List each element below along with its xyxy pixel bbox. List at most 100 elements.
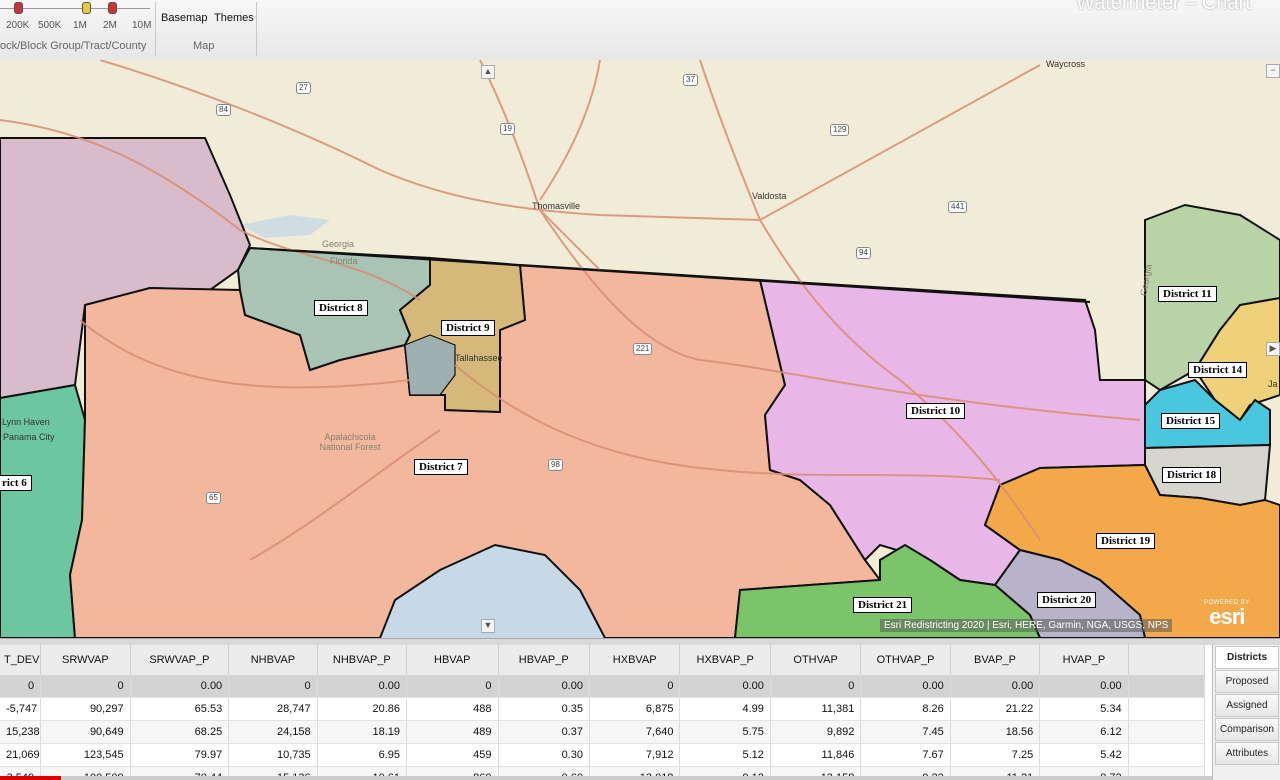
district-label[interactable]: District 8 bbox=[314, 300, 368, 316]
district-label[interactable]: District 21 bbox=[853, 597, 913, 613]
table-cell: 11,381 bbox=[770, 697, 862, 721]
table-cell: 6.12 bbox=[1039, 720, 1129, 744]
table-cell: 21,069 bbox=[0, 743, 42, 767]
panel-tab-comparison[interactable]: Comparison bbox=[1215, 718, 1279, 741]
table-cell: 123,545 bbox=[40, 743, 131, 767]
district-label[interactable]: District 18 bbox=[1162, 467, 1222, 483]
slider-handle-max[interactable] bbox=[108, 2, 117, 14]
place-label: Florida bbox=[330, 256, 358, 266]
pan-down-icon[interactable]: ▼ bbox=[481, 619, 495, 633]
table-cell: 7,640 bbox=[589, 720, 681, 744]
pan-right-icon[interactable]: ▶ bbox=[1266, 342, 1280, 356]
video-progress-fill bbox=[0, 776, 61, 780]
panel-tab-assigned[interactable]: Assigned bbox=[1215, 694, 1279, 717]
column-header[interactable]: HVAP_P bbox=[1039, 645, 1129, 675]
slider-handle-min[interactable] bbox=[14, 2, 23, 14]
district-label[interactable]: District 19 bbox=[1096, 533, 1156, 549]
table-cell: 0 bbox=[589, 675, 681, 698]
table-cell: 5.34 bbox=[1039, 697, 1129, 721]
table-cell: 9,892 bbox=[770, 720, 862, 744]
panel-tab-attributes[interactable]: Attributes bbox=[1215, 742, 1279, 765]
panel-tab-districts[interactable]: Districts bbox=[1215, 646, 1279, 669]
table-cell: 24,158 bbox=[228, 720, 318, 744]
map-view[interactable]: District 8 District 9 District 7 Distric… bbox=[0, 60, 1280, 638]
table-cell bbox=[1128, 743, 1206, 767]
table-cell: 20.86 bbox=[317, 697, 408, 721]
column-header[interactable]: HBVAP bbox=[406, 645, 499, 675]
video-progress-bar[interactable] bbox=[0, 776, 1212, 780]
table-cell: 18.56 bbox=[950, 720, 1041, 744]
highway-shield: 441 bbox=[948, 201, 968, 213]
table-cell: 90,649 bbox=[40, 720, 131, 744]
panel-tab-proposed[interactable]: Proposed bbox=[1215, 670, 1279, 693]
district-label[interactable]: District 15 bbox=[1161, 413, 1221, 429]
table-header-row: T_DEV SRWVAP SRWVAP_P NHBVAP NHBVAP_P HBVAP HB… bbox=[0, 645, 1206, 675]
table-cell: 459 bbox=[406, 743, 499, 767]
table-cell: 4.99 bbox=[679, 697, 771, 721]
column-header[interactable] bbox=[1128, 645, 1206, 675]
table-cell: 0.00 bbox=[130, 675, 230, 698]
column-header[interactable]: OTHVAP bbox=[770, 645, 862, 675]
table-row[interactable]: 0 0 0.00 0 0.00 0 0.00 0 0.00 0 0.00 0.00 0.00 bbox=[0, 675, 1206, 698]
themes-button[interactable]: Themes bbox=[210, 10, 258, 26]
table-row[interactable]: 15,238 90,649 68.25 24,158 18.19 489 0.37 7,640… bbox=[0, 720, 1206, 744]
table-cell: 5.42 bbox=[1039, 743, 1129, 767]
table-cell: 10,735 bbox=[228, 743, 318, 767]
table-row[interactable]: 21,069 123,545 79.97 10,735 6.95 459 0.30 7,912… bbox=[0, 743, 1206, 767]
table-cell: 65.53 bbox=[130, 697, 230, 721]
scale-tick: 1M bbox=[73, 20, 87, 31]
column-header[interactable]: T_DEV bbox=[0, 645, 42, 675]
basemap-button[interactable]: Basemap bbox=[157, 10, 211, 26]
highway-shield: 27 bbox=[296, 82, 311, 94]
table-cell: 0.00 bbox=[498, 675, 590, 698]
column-header[interactable]: HBVAP_P bbox=[498, 645, 590, 675]
column-header[interactable]: OTHVAP_P bbox=[860, 645, 951, 675]
table-cell: 21.22 bbox=[950, 697, 1041, 721]
table-cell: 6.95 bbox=[317, 743, 408, 767]
district-label[interactable]: District 11 bbox=[1158, 286, 1217, 302]
district-label[interactable]: District 14 bbox=[1188, 362, 1248, 378]
table-cell: 8.26 bbox=[860, 697, 951, 721]
slider-handle-active[interactable] bbox=[82, 2, 91, 14]
table-cell: 0.00 bbox=[860, 675, 951, 698]
district-label[interactable]: District 20 bbox=[1037, 592, 1097, 608]
table-row[interactable]: -5,747 90,297 65.53 28,747 20.86 488 0.35 6,875… bbox=[0, 697, 1206, 721]
scale-tick: 500K bbox=[38, 20, 62, 31]
column-header[interactable]: BVAP_P bbox=[950, 645, 1041, 675]
column-header[interactable]: HXBVAP_P bbox=[679, 645, 771, 675]
table-cell: 489 bbox=[406, 720, 499, 744]
table-cell: 0.00 bbox=[679, 675, 771, 698]
map-options-icon[interactable]: − bbox=[1266, 64, 1280, 78]
table-cell: 7.45 bbox=[860, 720, 951, 744]
column-header[interactable]: HXBVAP bbox=[589, 645, 681, 675]
toolbar-separator bbox=[256, 2, 257, 56]
column-header[interactable]: NHBVAP bbox=[228, 645, 318, 675]
district-label[interactable]: rict 6 bbox=[0, 475, 32, 491]
panel-tabs: Districts Proposed Assigned Comparison Attri… bbox=[1212, 645, 1280, 780]
district-label[interactable]: District 10 bbox=[906, 403, 966, 419]
esri-logo-text: esri bbox=[1209, 604, 1245, 629]
table-cell: 68.25 bbox=[130, 720, 230, 744]
tallahassee-core-region[interactable] bbox=[404, 334, 456, 396]
place-label: Thomasville bbox=[532, 201, 581, 211]
table-cell: 28,747 bbox=[228, 697, 318, 721]
column-header[interactable]: SRWVAP bbox=[40, 645, 131, 675]
table-cell: 5.75 bbox=[679, 720, 771, 744]
table-cell bbox=[1128, 720, 1206, 744]
place-label: Waycross bbox=[1046, 60, 1086, 69]
highway-shield: 19 bbox=[500, 123, 515, 135]
pan-up-icon[interactable]: ▲ bbox=[481, 65, 495, 79]
table-cell: -5,747 bbox=[0, 697, 42, 721]
highway-shield: 84 bbox=[216, 104, 231, 116]
column-header[interactable]: SRWVAP_P bbox=[130, 645, 230, 675]
scale-slider[interactable]: 200K 500K 1M 2M 10M bbox=[0, 2, 155, 34]
district-label[interactable]: District 9 bbox=[441, 320, 495, 336]
table-cell: 90,297 bbox=[40, 697, 131, 721]
column-header[interactable]: NHBVAP_P bbox=[317, 645, 408, 675]
table-cell: 0 bbox=[0, 675, 42, 698]
table-cell: 0.00 bbox=[317, 675, 408, 698]
place-label: Valdosta bbox=[752, 191, 787, 201]
highway-shield: 221 bbox=[633, 343, 653, 355]
table-cell: 79.97 bbox=[130, 743, 230, 767]
district-label[interactable]: District 7 bbox=[414, 459, 468, 475]
